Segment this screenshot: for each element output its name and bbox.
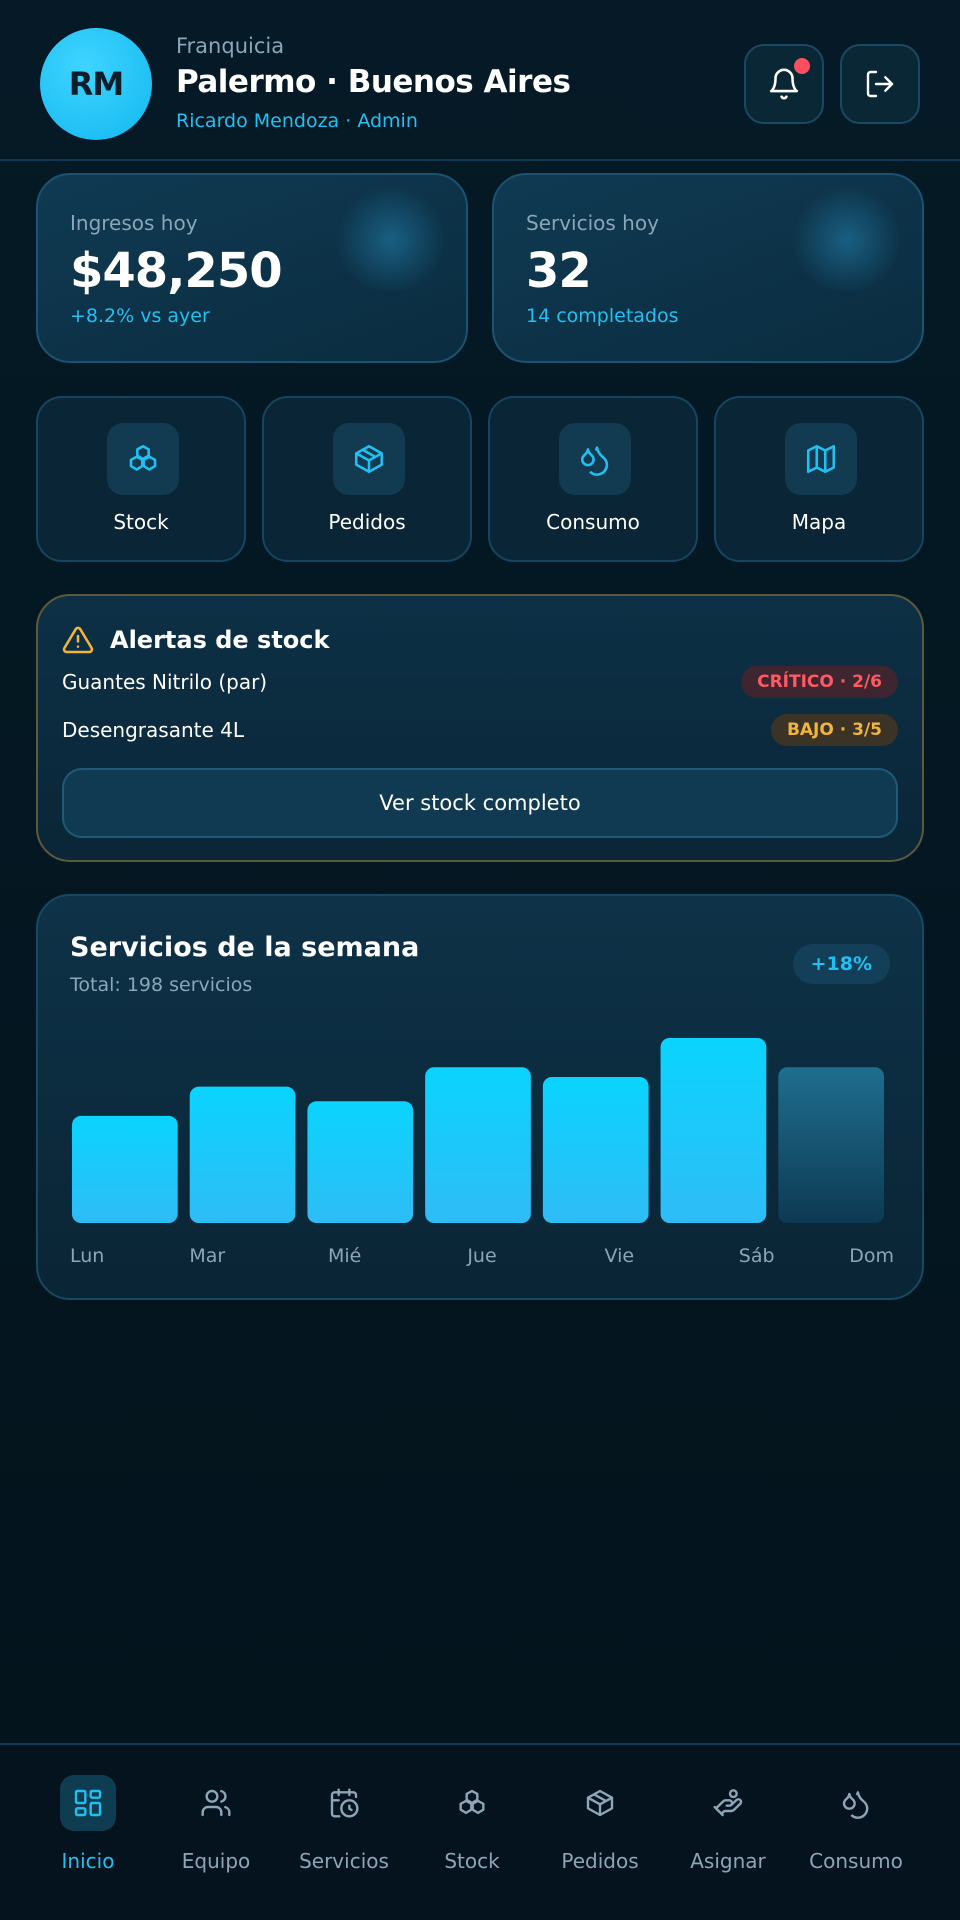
nav-item-consumo[interactable]: Consumo (792, 1775, 920, 1895)
page-title: Palermo · Buenos Aires (176, 64, 571, 100)
card-glow (336, 185, 446, 295)
stat-value: 32 (526, 243, 592, 299)
services-card[interactable]: Servicios hoy 32 14 completados (492, 173, 924, 363)
nav-icon-wrap (700, 1775, 756, 1831)
nav-label: Equipo (181, 1849, 251, 1873)
x-tick-label: Vie (605, 1245, 635, 1267)
bottom-nav: Inicio Equipo Servicios Stock Pedidos As… (0, 1743, 960, 1920)
franchise-kicker: Franquicia (176, 34, 285, 58)
chart-bar-Mié (307, 1101, 414, 1223)
weekly-services-chart: Servicios de la semana Total: 198 servic… (36, 894, 924, 1300)
stat-value: $48,250 (70, 243, 283, 299)
nav-label: Asignar (690, 1849, 766, 1873)
calendar-clock-icon (330, 1788, 359, 1818)
alerts-title: Alertas de stock (110, 626, 330, 654)
boxes-icon (129, 444, 157, 471)
alert-item[interactable]: Guantes Nitrilo (par) CRÍTICO · 2/6 (62, 664, 898, 700)
nav-item-pedidos[interactable]: Pedidos (536, 1775, 664, 1895)
alerts-header: Alertas de stock (62, 624, 329, 656)
avatar[interactable]: RM (40, 28, 152, 140)
chart-bar-Vie (542, 1076, 649, 1223)
hand-assign-icon (713, 1789, 743, 1817)
nav-label: Servicios (299, 1849, 389, 1873)
notification-dot (794, 58, 810, 74)
status-badge-critical: CRÍTICO · 2/6 (741, 666, 898, 698)
bar-chart: Lun Mar Mié Jue Vie Sáb Dom (70, 1038, 894, 1267)
logout-button[interactable] (840, 44, 920, 124)
nav-label: Stock (444, 1849, 500, 1873)
nav-item-asignar[interactable]: Asignar (664, 1775, 792, 1895)
action-map[interactable]: Mapa (714, 396, 924, 562)
x-tick-label: Mar (189, 1245, 225, 1267)
chart-bar-Sáb (660, 1038, 767, 1223)
x-tick-label: Jue (466, 1245, 496, 1267)
action-label: Pedidos (328, 510, 406, 534)
action-label: Mapa (791, 510, 847, 534)
nav-label: Pedidos (561, 1849, 639, 1873)
stat-label: Ingresos hoy (70, 211, 198, 235)
action-orders[interactable]: Pedidos (262, 396, 472, 562)
alert-item-name: Guantes Nitrilo (par) (62, 670, 268, 694)
chart-bar-Mar (189, 1086, 296, 1223)
x-tick-label: Dom (849, 1245, 894, 1267)
nav-item-stock[interactable]: Stock (408, 1775, 536, 1895)
income-card[interactable]: Ingresos hoy $48,250 +8.2% vs ayer (36, 173, 468, 363)
nav-item-servicios[interactable]: Servicios (280, 1775, 408, 1895)
logout-icon (866, 70, 894, 98)
package-icon (586, 1789, 614, 1817)
map-icon (806, 444, 836, 474)
droplets-icon (580, 446, 609, 476)
action-icon-wrap (785, 423, 857, 495)
grid-icon (74, 1789, 102, 1817)
chart-bar-Lun (72, 1115, 178, 1223)
user-role: Ricardo Mendoza · Admin (176, 110, 418, 132)
nav-icon-wrap (60, 1775, 116, 1831)
nav-item-equipo[interactable]: Equipo (152, 1775, 280, 1895)
stat-label: Servicios hoy (526, 211, 659, 235)
nav-icon-wrap (444, 1775, 500, 1831)
action-icon-wrap (559, 423, 631, 495)
alert-item[interactable]: Desengrasante 4L BAJO · 3/5 (62, 712, 898, 748)
action-icon-wrap (333, 423, 405, 495)
nav-icon-wrap (316, 1775, 372, 1831)
nav-icon-wrap (828, 1775, 884, 1831)
header-text: Franquicia Palermo · Buenos Aires Ricard… (176, 34, 571, 132)
nav-label: Consumo (809, 1849, 903, 1873)
header: RM Franquicia Palermo · Buenos Aires Ric… (0, 0, 960, 161)
chart-bar-Dom (778, 1067, 884, 1223)
notifications-button[interactable] (744, 44, 824, 124)
boxes-icon (459, 1789, 485, 1815)
action-stock[interactable]: Stock (36, 396, 246, 562)
x-tick-label: Sáb (739, 1245, 775, 1267)
status-badge-low: BAJO · 3/5 (770, 714, 898, 746)
stat-completed: 14 completados (526, 305, 679, 327)
droplets-icon (842, 1791, 869, 1819)
action-label: Consumo (546, 510, 640, 534)
view-full-stock-button[interactable]: Ver stock completo (62, 768, 898, 838)
card-glow (792, 185, 902, 295)
nav-icon-wrap (572, 1775, 628, 1831)
users-icon (201, 1789, 231, 1817)
action-icon-wrap (107, 423, 179, 495)
x-tick-label: Lun (70, 1245, 104, 1267)
warning-icon (62, 626, 94, 654)
action-label: Stock (113, 510, 169, 534)
alert-item-name: Desengrasante 4L (62, 718, 245, 742)
action-consumption[interactable]: Consumo (488, 396, 698, 562)
nav-label: Inicio (61, 1849, 115, 1873)
stat-change: +8.2% vs ayer (70, 305, 210, 327)
package-icon (354, 444, 384, 474)
x-tick-label: Mié (328, 1245, 361, 1267)
app-screen: RM Franquicia Palermo · Buenos Aires Ric… (0, 0, 960, 1920)
nav-icon-wrap (188, 1775, 244, 1831)
nav-item-inicio[interactable]: Inicio (24, 1775, 152, 1895)
chart-bar-Jue (425, 1067, 531, 1223)
stock-alerts-card: Alertas de stock Guantes Nitrilo (par) C… (36, 594, 924, 862)
